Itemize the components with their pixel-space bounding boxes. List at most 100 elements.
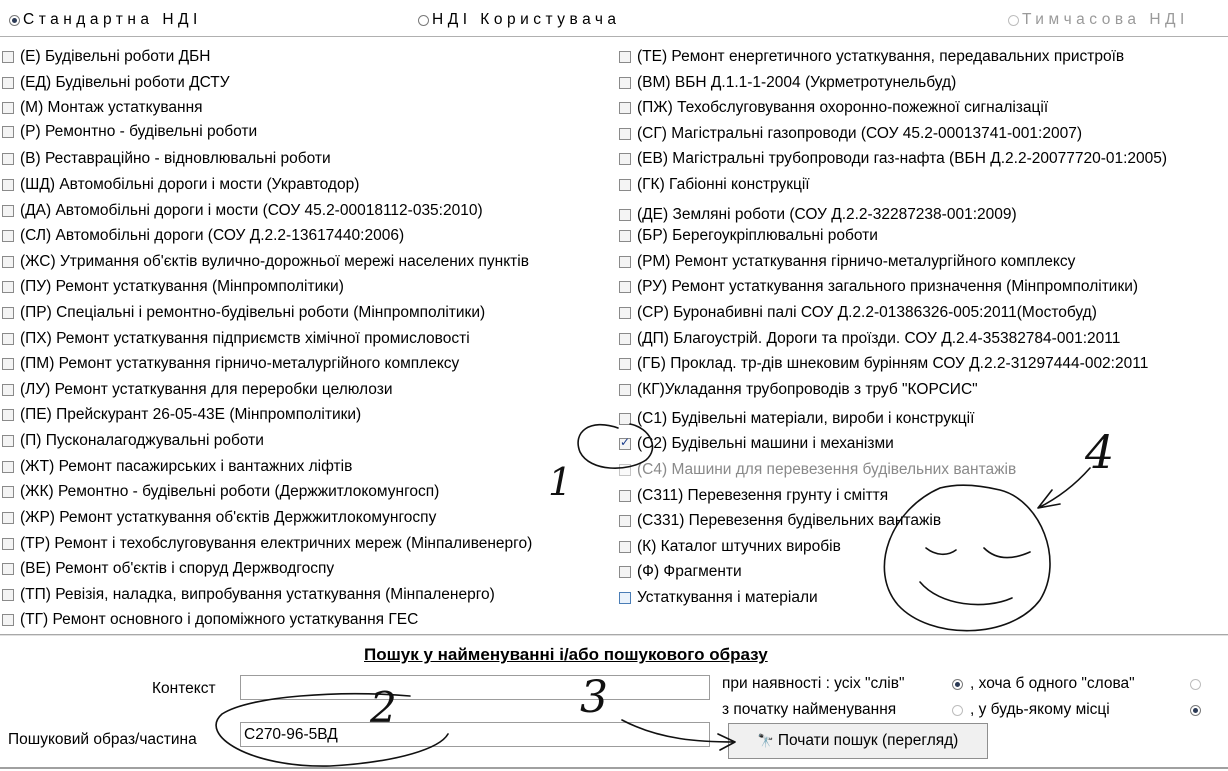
left-catalog-item[interactable]: (ПХ) Ремонт устаткування підприємств хім… xyxy=(2,329,470,349)
start-of-name-radio[interactable] xyxy=(952,705,963,716)
checkbox-icon[interactable] xyxy=(2,230,14,242)
left-catalog-item[interactable]: (ПР) Спеціальні і ремонтно-будівельні ро… xyxy=(2,303,485,323)
left-catalog-item[interactable]: (ЖК) Ремонтно - будівельні роботи (Держж… xyxy=(2,482,439,502)
left-catalog-item[interactable]: (П) Пусконалагоджувальні роботи xyxy=(2,431,264,451)
checkbox-icon[interactable] xyxy=(619,51,631,63)
checkbox-icon[interactable] xyxy=(619,490,631,502)
right-catalog-item[interactable]: (К) Каталог штучних виробів xyxy=(619,537,841,557)
checked-checkbox-icon[interactable] xyxy=(619,435,631,450)
checkbox-icon[interactable] xyxy=(2,486,14,498)
checkbox-icon[interactable] xyxy=(2,384,14,396)
checkbox-icon[interactable] xyxy=(619,307,631,319)
checkbox-icon[interactable] xyxy=(2,179,14,191)
right-catalog-item[interactable]: (РУ) Ремонт устаткування загального приз… xyxy=(619,277,1138,297)
checkbox-icon[interactable] xyxy=(2,409,14,421)
checkbox-icon[interactable] xyxy=(2,51,14,63)
right-catalog-item[interactable]: (ДП) Благоустрій. Дороги та проїзди. СОУ… xyxy=(619,329,1120,349)
left-catalog-item[interactable]: (Р) Ремонтно - будівельні роботи xyxy=(2,122,257,142)
right-catalog-item[interactable]: (ЕВ) Магістральні трубопроводи газ-нафта… xyxy=(619,149,1167,169)
left-catalog-item[interactable]: (В) Реставраційно - відновлювальні робот… xyxy=(2,149,331,169)
right-catalog-item[interactable]: (С1) Будівельні матеріали, вироби і конс… xyxy=(619,409,974,429)
left-catalog-item[interactable]: (ЛУ) Ремонт устаткування для переробки ц… xyxy=(2,380,392,400)
checkbox-icon[interactable] xyxy=(619,566,631,578)
checkbox-icon[interactable] xyxy=(619,515,631,527)
checkbox-icon[interactable] xyxy=(2,563,14,575)
right-catalog-item[interactable]: Устаткування і матеріали xyxy=(619,588,818,608)
left-catalog-item[interactable]: (ЕД) Будівельні роботи ДСТУ xyxy=(2,73,230,93)
left-catalog-item[interactable]: (ПУ) Ремонт устаткування (Мінпромполітик… xyxy=(2,277,344,297)
checkbox-icon[interactable] xyxy=(619,179,631,191)
left-catalog-item[interactable]: (ЖТ) Ремонт пасажирських і вантажних ліф… xyxy=(2,457,352,477)
checkbox-icon[interactable] xyxy=(2,307,14,319)
checkbox-icon[interactable] xyxy=(619,413,631,425)
right-catalog-item[interactable]: (ГБ) Проклад. тр-дів шнековим бурінням С… xyxy=(619,354,1148,374)
mode-selector-bar: Стандартна НДІ НДІ Користувача Тимчасова… xyxy=(0,0,1228,37)
left-catalog-item[interactable]: (ТР) Ремонт і техобслуговування електрич… xyxy=(2,534,532,554)
checkbox-icon[interactable] xyxy=(619,333,631,345)
right-catalog-item[interactable]: (ВМ) ВБН Д.1.1-1-2004 (Укрметротунельбуд… xyxy=(619,73,956,93)
left-catalog-item[interactable]: (М) Монтаж устаткування xyxy=(2,98,203,118)
left-catalog-item[interactable]: (ЖС) Утримання об'єктів вулично-дорожньо… xyxy=(2,252,529,272)
radio-icon[interactable] xyxy=(9,14,20,26)
checkbox-icon[interactable] xyxy=(619,384,631,396)
checkbox-icon[interactable] xyxy=(619,230,631,242)
checkbox-icon[interactable] xyxy=(2,358,14,370)
left-catalog-item[interactable]: (ТГ) Ремонт основного і допоміжного уста… xyxy=(2,610,418,630)
left-catalog-item[interactable]: (ПЕ) Прейскурант 26-05-43Е (Мінпромполіт… xyxy=(2,405,361,425)
right-catalog-item[interactable]: (СГ) Магістральні газопроводи (СОУ 45.2-… xyxy=(619,124,1082,144)
right-catalog-item[interactable]: (С311) Перевезення грунту і сміття xyxy=(619,486,888,506)
right-catalog-item[interactable]: (ПЖ) Техобслуговування охоронно-пожежної… xyxy=(619,98,1048,118)
anywhere-radio[interactable] xyxy=(1190,705,1201,716)
all-words-radio[interactable] xyxy=(952,679,963,690)
right-catalog-item[interactable]: (Ф) Фрагменти xyxy=(619,562,742,582)
left-catalog-item[interactable]: (СЛ) Автомобільні дороги (СОУ Д.2.2-1361… xyxy=(2,226,404,246)
checkbox-icon[interactable] xyxy=(2,333,14,345)
left-catalog-item[interactable]: (Е) Будівельні роботи ДБН xyxy=(2,47,210,67)
checkbox-icon[interactable] xyxy=(2,435,14,447)
checkbox-icon[interactable] xyxy=(619,358,631,370)
right-catalog-item[interactable]: (С331) Перевезення будівельних вантажів xyxy=(619,511,941,531)
checkbox-icon[interactable] xyxy=(2,538,14,550)
left-catalog-item[interactable]: (ЖР) Ремонт устаткування об'єктів Держжи… xyxy=(2,508,436,528)
checkbox-icon[interactable] xyxy=(619,592,631,604)
context-input[interactable] xyxy=(240,675,710,700)
radio-icon[interactable] xyxy=(418,14,429,26)
pattern-input[interactable] xyxy=(240,722,710,747)
left-catalog-item[interactable]: (ШД) Автомобільні дороги і мости (Укравт… xyxy=(2,175,359,195)
checkbox-icon[interactable] xyxy=(2,205,14,217)
left-catalog-item[interactable]: (ДА) Автомобільні дороги і мости (СОУ 45… xyxy=(2,201,483,221)
checkbox-icon[interactable] xyxy=(619,209,631,221)
checkbox-icon[interactable] xyxy=(619,281,631,293)
checkbox-icon[interactable] xyxy=(2,281,14,293)
mode-standard[interactable]: Стандартна НДІ xyxy=(9,10,202,30)
right-catalog-item[interactable]: (РМ) Ремонт устаткування гірничо-металур… xyxy=(619,252,1075,272)
right-catalog-item[interactable]: (БР) Берегоукріплювальні роботи xyxy=(619,226,878,246)
checkbox-icon[interactable] xyxy=(2,461,14,473)
checkbox-icon[interactable] xyxy=(619,541,631,553)
checkbox-icon[interactable] xyxy=(619,128,631,140)
left-catalog-item[interactable]: (ПМ) Ремонт устаткування гірничо-металур… xyxy=(2,354,459,374)
right-catalog-item[interactable]: (С2) Будівельні машини і механізми xyxy=(619,434,894,454)
checkbox-icon[interactable] xyxy=(619,102,631,114)
right-catalog-item[interactable]: (ТЕ) Ремонт енергетичного устаткування, … xyxy=(619,47,1124,67)
right-catalog-item[interactable]: (ГК) Габіонні конструкції xyxy=(619,175,810,195)
any-word-radio[interactable] xyxy=(1190,679,1201,690)
checkbox-icon[interactable] xyxy=(2,614,14,626)
checkbox-icon[interactable] xyxy=(2,512,14,524)
checkbox-icon[interactable] xyxy=(2,126,14,138)
checkbox-icon[interactable] xyxy=(2,77,14,89)
right-catalog-item[interactable]: (СР) Буронабивні палі СОУ Д.2.2-01386326… xyxy=(619,303,1097,323)
left-catalog-item[interactable]: (ТП) Ревізія, наладка, випробування уста… xyxy=(2,585,495,605)
right-catalog-item[interactable]: (ДЕ) Земляні роботи (СОУ Д.2.2-32287238-… xyxy=(619,205,1017,225)
right-catalog-item[interactable]: (КГ)Укладання трубопроводів з труб "КОРС… xyxy=(619,380,978,400)
checkbox-icon[interactable] xyxy=(2,153,14,165)
checkbox-icon[interactable] xyxy=(2,102,14,114)
checkbox-icon[interactable] xyxy=(619,256,631,268)
start-search-button[interactable]: 🔭 Почати пошук (перегляд) xyxy=(728,723,988,759)
checkbox-icon[interactable] xyxy=(619,153,631,165)
left-catalog-item[interactable]: (ВЕ) Ремонт об'єктів і споруд Держводгос… xyxy=(2,559,334,579)
checkbox-icon[interactable] xyxy=(2,589,14,601)
checkbox-icon[interactable] xyxy=(619,77,631,89)
checkbox-icon[interactable] xyxy=(2,256,14,268)
mode-user[interactable]: НДІ Користувача xyxy=(418,10,621,30)
